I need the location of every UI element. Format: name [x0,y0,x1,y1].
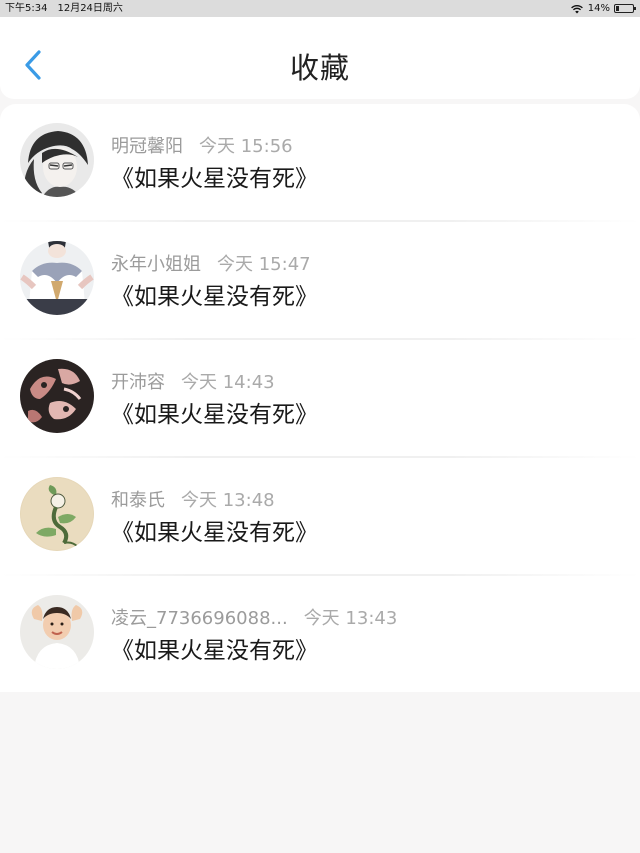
item-title: 《如果火星没有死》 [111,402,318,428]
child-photo-avatar [20,595,94,669]
dark-artwork-avatar [20,359,94,433]
plant-creature-avatar [20,477,94,551]
avatar[interactable] [20,123,94,197]
favorites-list: 明冠馨阳 今天 15:56 《如果火星没有死》 永年小姐姐 今天 15:47 《如果… [0,104,640,692]
item-time: 今天 13:43 [303,608,398,629]
list-item[interactable]: 明冠馨阳 今天 15:56 《如果火星没有死》 [0,104,640,222]
item-meta: 和泰氏 今天 13:48 [111,486,275,512]
item-meta: 开沛容 今天 14:43 [111,368,275,394]
avatar[interactable] [20,359,94,433]
item-time: 今天 15:56 [199,136,293,157]
author-name: 明冠馨阳 [111,136,183,157]
status-time: 下午5:34 [5,3,48,14]
item-time: 今天 14:43 [181,372,275,393]
item-meta: 凌云_7736696088... 今天 13:43 [111,604,397,630]
avatar[interactable] [20,241,94,315]
wifi-icon [570,4,583,13]
avatar[interactable] [20,477,94,551]
item-title: 《如果火星没有死》 [111,284,318,310]
list-item[interactable]: 和泰氏 今天 13:48 《如果火星没有死》 [0,458,640,576]
page-title: 收藏 [289,51,350,85]
status-date: 12月24日周六 [57,3,123,14]
item-meta: 明冠馨阳 今天 15:56 [111,132,293,158]
battery-percent: 14% [587,3,610,14]
item-meta: 永年小姐姐 今天 15:47 [111,250,311,276]
item-title: 《如果火星没有死》 [111,520,318,546]
author-name: 凌云_7736696088... [111,608,288,629]
item-title: 《如果火星没有死》 [111,638,318,664]
author-name: 和泰氏 [111,490,165,511]
status-bar: 下午5:34 12月24日周六 14% [0,0,640,17]
list-item[interactable]: 永年小姐姐 今天 15:47 《如果火星没有死》 [0,222,640,340]
author-name: 开沛容 [111,372,165,393]
status-right: 14% [570,0,636,17]
list-item[interactable]: 凌云_7736696088... 今天 13:43 《如果火星没有死》 [0,576,640,694]
avatar[interactable] [20,595,94,669]
item-title: 《如果火星没有死》 [111,166,318,192]
status-left: 下午5:34 12月24日周六 [5,0,133,17]
list-item[interactable]: 开沛容 今天 14:43 《如果火星没有死》 [0,340,640,458]
item-time: 今天 13:48 [181,490,275,511]
battery-icon [614,4,636,13]
nav-bar: 收藏 [0,17,640,99]
schoolgirl-avatar [20,241,94,315]
author-name: 永年小姐姐 [111,254,201,275]
anime-character-avatar [20,123,94,197]
item-time: 今天 15:47 [217,254,311,275]
